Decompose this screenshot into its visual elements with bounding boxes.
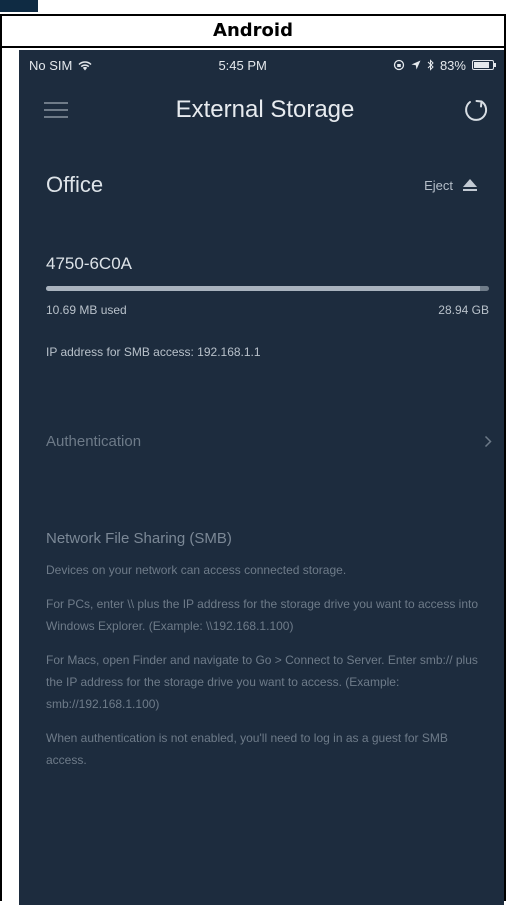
smb-ip-address: IP address for SMB access: 192.168.1.1 [46,345,261,359]
used-label: 10.69 MB used [46,303,127,317]
platform-label: Android [2,16,504,48]
chevron-right-icon [484,435,492,448]
time-label: 5:45 PM [218,57,267,73]
authentication-label: Authentication [46,433,142,450]
drive-info: 4750-6C0A 10.69 MB used 28.94 GB [19,254,504,317]
smb-paragraph: When authentication is not enabled, you'… [46,731,448,767]
platform-frame: Android No SIM 5:45 PM 83% External Stor… [0,14,506,905]
page-title: External Storage [175,96,355,123]
phone-screen: No SIM 5:45 PM 83% External Storage Offi… [19,50,504,905]
rotation-lock-icon [393,59,405,71]
capacity-label: 28.94 GB [438,303,489,317]
nav-bar: External Storage [19,80,504,140]
eject-label: Eject [424,177,453,193]
eject-button[interactable]: Eject [424,178,479,193]
status-bar: No SIM 5:45 PM 83% [19,50,504,80]
smb-paragraph: For Macs, open Finder and navigate to Go… [46,653,478,711]
wifi-icon [78,60,92,70]
location-arrow-icon [411,60,421,70]
battery-icon [471,60,496,70]
authentication-row[interactable]: Authentication [19,433,504,450]
smb-description: Devices on your network can access conne… [19,559,504,771]
carrier-label: No SIM [29,57,73,73]
drive-name: 4750-6C0A [46,254,133,273]
storage-usage-bar [46,286,489,291]
location-header: Office Eject [19,172,504,198]
smb-section-title: Network File Sharing (SMB) [46,530,232,547]
battery-percent: 83% [439,57,466,73]
eject-icon [463,179,477,191]
location-name: Office [46,172,104,197]
storage-usage-fill [46,286,481,291]
corner-tab [0,0,38,12]
menu-icon[interactable] [44,102,68,118]
bluetooth-icon [427,59,434,71]
smb-paragraph: Devices on your network can access conne… [46,563,347,577]
refresh-icon[interactable] [462,96,490,124]
smb-paragraph: For PCs, enter \\ plus the IP address fo… [46,597,478,633]
